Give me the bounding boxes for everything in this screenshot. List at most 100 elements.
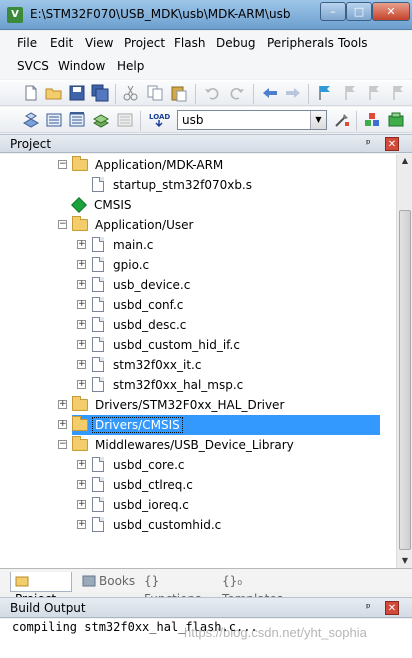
tab-functions[interactable]: {} Functions: [140, 572, 214, 606]
close-pane-button[interactable]: ✕: [385, 137, 399, 151]
tree-scrollbar[interactable]: ▲ ▼: [396, 154, 412, 568]
tree-folder-middlewares[interactable]: Middlewares/USB_Device_Library: [72, 435, 296, 455]
project-tree[interactable]: − Application/MDK-ARM startup_stm32f070x…: [0, 154, 396, 568]
scrollbar-thumb[interactable]: [399, 210, 411, 550]
project-tab-icon: [15, 576, 29, 586]
navigate-forward-icon[interactable]: [284, 84, 302, 102]
chevron-down-icon[interactable]: ▼: [310, 111, 326, 129]
menu-svcs[interactable]: SVCS: [15, 56, 51, 76]
close-window-button[interactable]: ✕: [372, 2, 410, 21]
tab-templates[interactable]: {}₀ Templates: [218, 572, 298, 606]
expand-toggle[interactable]: +: [77, 520, 86, 529]
expand-toggle[interactable]: +: [58, 420, 67, 429]
expand-toggle[interactable]: +: [77, 460, 86, 469]
tree-cmsis-component[interactable]: CMSIS: [71, 195, 134, 215]
tree-file[interactable]: usbd_core.c: [92, 455, 187, 475]
tree-file[interactable]: usbd_ioreq.c: [92, 495, 191, 515]
bookmark-prev-icon[interactable]: [340, 84, 358, 102]
menu-view[interactable]: View: [83, 33, 115, 53]
stop-build-icon[interactable]: [116, 111, 134, 129]
bookmark-icon[interactable]: [316, 84, 334, 102]
tree-folder-drivers-cmsis[interactable]: Drivers/CMSIS: [72, 415, 380, 435]
tree-file[interactable]: stm32f0xx_it.c: [92, 355, 203, 375]
select-packs-icon[interactable]: [387, 111, 405, 129]
tab-project[interactable]: Project: [10, 572, 72, 606]
undo-icon[interactable]: [203, 84, 221, 102]
navigate-back-icon[interactable]: [261, 84, 279, 102]
title-bar[interactable]: V E:\STM32F070\USB_MDK\usb\MDK-ARM\usb –…: [0, 0, 412, 30]
tree-file[interactable]: gpio.c: [92, 255, 151, 275]
tree-file[interactable]: usbd_conf.c: [92, 295, 185, 315]
menu-flash[interactable]: Flash: [172, 33, 207, 53]
build-output-body[interactable]: compiling stm32f0xx_hal_flash.c... https…: [0, 619, 412, 658]
tree-folder-application-user[interactable]: Application/User: [72, 215, 195, 235]
menu-help[interactable]: Help: [115, 56, 146, 76]
minimize-button[interactable]: –: [320, 2, 346, 21]
tree-file[interactable]: main.c: [92, 235, 155, 255]
menu-edit[interactable]: Edit: [48, 33, 75, 53]
manage-components-icon[interactable]: [363, 111, 381, 129]
collapse-toggle[interactable]: −: [58, 440, 67, 449]
paste-icon[interactable]: [170, 84, 188, 102]
watermark-text: https://blog.csdn.net/yht_sophia: [184, 625, 367, 640]
tree-file[interactable]: usbd_custom_hid_if.c: [92, 335, 242, 355]
pin-icon[interactable]: ᵖ: [366, 601, 371, 614]
close-pane-button[interactable]: ✕: [385, 601, 399, 615]
tree-file[interactable]: usbd_ctlreq.c: [92, 475, 195, 495]
scroll-up-icon[interactable]: ▲: [397, 154, 412, 168]
expand-toggle[interactable]: +: [77, 380, 86, 389]
tree-folder-application-mdk-arm[interactable]: Application/MDK-ARM: [72, 155, 225, 175]
cmsis-component-icon: [71, 196, 87, 213]
save-all-icon[interactable]: [91, 84, 109, 102]
expand-toggle[interactable]: +: [77, 260, 86, 269]
cut-icon[interactable]: [122, 84, 140, 102]
expand-toggle[interactable]: +: [77, 320, 86, 329]
copy-icon[interactable]: [146, 84, 164, 102]
target-options-icon[interactable]: [333, 111, 351, 129]
menu-tools[interactable]: Tools: [336, 33, 370, 53]
menu-debug[interactable]: Debug: [214, 33, 257, 53]
tree-file[interactable]: usb_device.c: [92, 275, 192, 295]
expand-toggle[interactable]: +: [77, 360, 86, 369]
menu-file[interactable]: File: [15, 33, 39, 53]
menu-peripherals[interactable]: Peripherals: [265, 33, 336, 53]
translate-icon[interactable]: [22, 111, 40, 129]
bookmark-next-icon[interactable]: [364, 84, 382, 102]
expand-toggle[interactable]: +: [77, 280, 86, 289]
menu-window[interactable]: Window: [56, 56, 107, 76]
file-icon: [92, 297, 104, 312]
tree-node-label: Application/User: [95, 218, 194, 232]
tree-folder-hal-driver[interactable]: Drivers/STM32F0xx_HAL_Driver: [72, 395, 286, 415]
bookmark-clear-icon[interactable]: [388, 84, 406, 102]
redo-icon[interactable]: [228, 84, 246, 102]
tree-file[interactable]: usbd_customhid.c: [92, 515, 223, 535]
expand-toggle[interactable]: +: [77, 300, 86, 309]
expand-toggle[interactable]: +: [77, 340, 86, 349]
download-icon[interactable]: LOAD: [148, 111, 170, 129]
collapse-toggle[interactable]: −: [58, 160, 67, 169]
tree-file[interactable]: stm32f0xx_hal_msp.c: [92, 375, 245, 395]
new-file-icon[interactable]: [22, 84, 40, 102]
scroll-down-icon[interactable]: ▼: [397, 554, 412, 568]
expand-toggle[interactable]: +: [77, 500, 86, 509]
toolbar-separator: [308, 84, 309, 104]
target-select[interactable]: usb ▼: [177, 110, 327, 130]
tree-node-label: usbd_customhid.c: [113, 518, 222, 532]
maximize-button[interactable]: □: [346, 2, 372, 21]
tab-books[interactable]: Books: [78, 572, 136, 592]
menu-project[interactable]: Project: [122, 33, 167, 53]
expand-toggle[interactable]: +: [77, 240, 86, 249]
expand-toggle[interactable]: +: [77, 480, 86, 489]
save-icon[interactable]: [68, 84, 86, 102]
build-icon[interactable]: [45, 111, 63, 129]
rebuild-icon[interactable]: [68, 111, 86, 129]
file-icon: [92, 457, 104, 472]
folder-open-icon: [72, 435, 88, 451]
tree-file-startup[interactable]: startup_stm32f070xb.s: [92, 175, 254, 195]
expand-toggle[interactable]: +: [58, 400, 67, 409]
pin-icon[interactable]: ᵖ: [366, 137, 371, 150]
batch-build-icon[interactable]: [92, 111, 110, 129]
open-file-icon[interactable]: [45, 84, 63, 102]
collapse-toggle[interactable]: −: [58, 220, 67, 229]
tree-file[interactable]: usbd_desc.c: [92, 315, 188, 335]
